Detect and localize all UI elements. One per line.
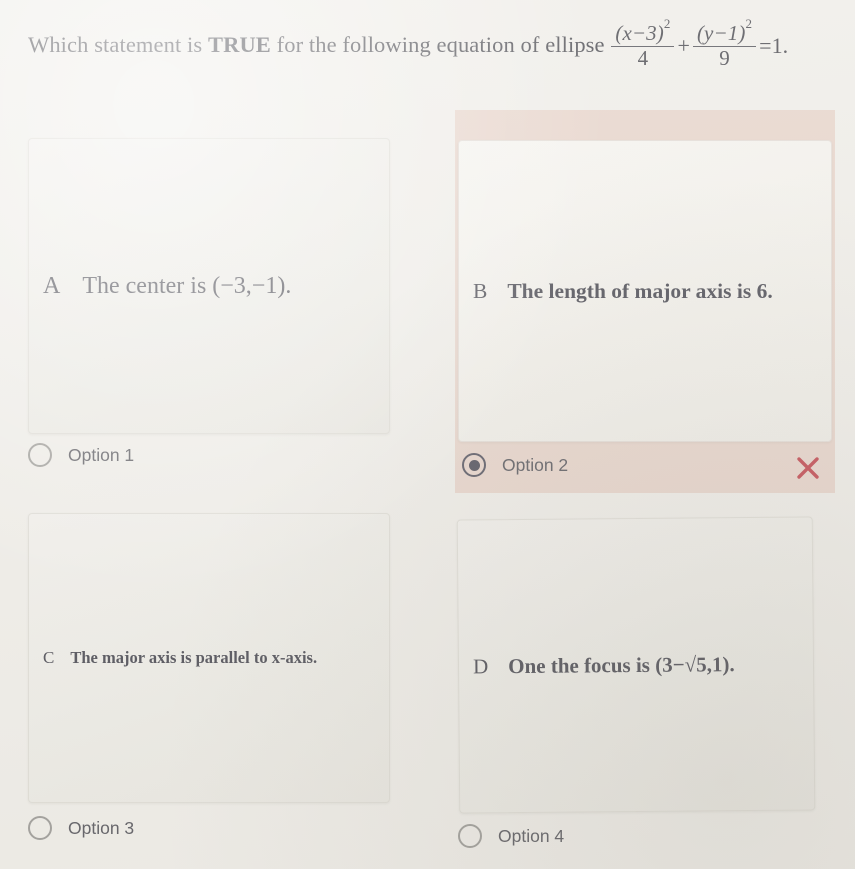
radio-row-option-1[interactable]: Option 1 [28, 443, 134, 467]
equation-operator: + [677, 32, 690, 58]
radio-label-option-2: Option 2 [502, 454, 569, 475]
question-text: Which statement is TRUE for the followin… [28, 17, 840, 71]
radio-row-option-3[interactable]: Option 3 [28, 816, 134, 840]
term-2-denominator: 9 [719, 46, 730, 71]
option-card-c[interactable]: C The major axis is parallel to x-axis. [28, 513, 390, 803]
term-1-numerator-base: (x−3) [615, 21, 664, 45]
radio-row-option-2[interactable]: Option 2 [462, 453, 568, 477]
cross-icon [794, 454, 822, 482]
option-a-content: A The center is (−3,−1). [29, 273, 389, 300]
term-2-exponent: 2 [745, 16, 753, 31]
option-d-statement: One the focus is (3−√5,1). [508, 651, 735, 678]
option-c-statement: The major axis is parallel to x-axis. [70, 648, 318, 667]
equation-term-1: (x−3)2 4 [611, 17, 675, 71]
equation-equals: =1. [759, 32, 789, 58]
radio-button-option-3[interactable] [28, 816, 52, 840]
radio-button-option-4[interactable] [458, 824, 482, 848]
option-card-d[interactable]: D One the focus is (3−√5,1). [456, 516, 816, 814]
equation-term-2: (y−1)2 9 [692, 17, 757, 71]
radio-label-option-3: Option 3 [68, 817, 135, 838]
term-2-numerator: (y−1)2 [693, 17, 756, 46]
option-card-a[interactable]: A The center is (−3,−1). [28, 138, 390, 434]
question-suffix: for the following equation of ellipse [270, 31, 611, 57]
radio-row-option-4[interactable]: Option 4 [458, 824, 564, 848]
ellipse-equation: (x−3)2 4 + (y−1)2 9 =1. [610, 17, 790, 71]
term-1-exponent: 2 [663, 16, 671, 31]
radio-button-option-1[interactable] [28, 443, 52, 467]
option-card-b[interactable]: B The length of major axis is 6. [458, 140, 832, 442]
option-b-letter: B [473, 278, 488, 303]
question-emphasis: TRUE [207, 31, 271, 57]
radio-button-option-2[interactable] [462, 453, 486, 477]
option-a-statement: The center is (−3,−1). [82, 272, 292, 299]
question-prefix: Which statement is [28, 31, 208, 57]
option-b-content: B The length of major axis is 6. [459, 279, 831, 304]
term-1-denominator: 4 [637, 46, 649, 71]
option-c-content: C The major axis is parallel to x-axis. [29, 648, 389, 668]
option-d-letter: D [472, 653, 489, 678]
term-2-numerator-base: (y−1) [696, 21, 746, 45]
radio-label-option-4: Option 4 [498, 825, 565, 846]
option-c-letter: C [43, 648, 55, 667]
option-d-content: D One the focus is (3−√5,1). [459, 651, 813, 679]
option-b-statement: The length of major axis is 6. [507, 278, 773, 303]
option-a-letter: A [43, 272, 61, 299]
radio-label-option-1: Option 1 [68, 444, 135, 465]
term-1-numerator: (x−3)2 [611, 17, 674, 46]
